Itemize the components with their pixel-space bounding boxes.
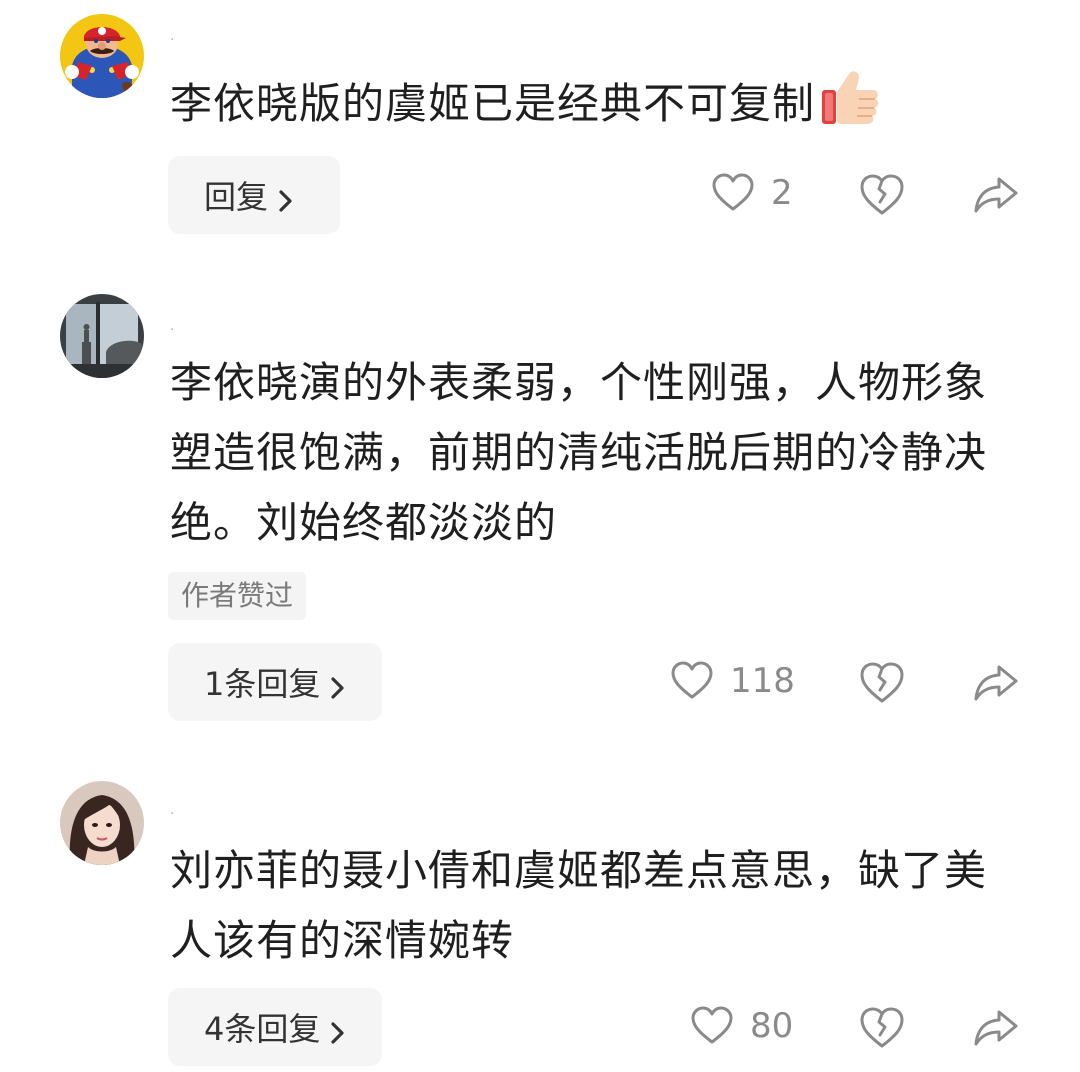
like-count: 118 <box>730 661 795 701</box>
reply-button[interactable]: 回复 <box>168 156 341 234</box>
thumbs-up-icon <box>819 66 881 149</box>
heart-outline-icon <box>690 1004 734 1048</box>
chevron-right-icon <box>330 670 346 699</box>
chevron-right-icon <box>330 1015 346 1044</box>
dislike-button[interactable] <box>858 659 906 707</box>
author-liked-badge: 作者赞过 <box>168 572 307 620</box>
user-avatar[interactable] <box>60 781 144 865</box>
share-button[interactable] <box>972 171 1020 219</box>
comment-text: 李依晓版的虞姬已是经典不可复制 <box>170 66 1000 149</box>
username[interactable]: · <box>170 32 174 48</box>
broken-heart-icon <box>860 174 904 215</box>
chevron-right-icon <box>278 183 294 212</box>
share-arrow-icon <box>974 177 1018 213</box>
window-scene-avatar-icon <box>60 294 144 378</box>
like-button[interactable]: 80 <box>690 1004 793 1048</box>
share-arrow-icon <box>974 665 1018 701</box>
comment-text: 李依晓演的外表柔弱，个性刚强，人物形象塑造很饱满，前期的清纯活脱后期的冷静决绝。… <box>170 358 988 547</box>
mario-avatar-icon <box>60 14 144 98</box>
user-avatar[interactable] <box>60 294 144 378</box>
share-button[interactable] <box>972 1004 1020 1052</box>
like-button[interactable]: 2 <box>711 171 793 215</box>
comment-list: · 李依晓版的虞姬已是经典不可复制 回复 2 · 李依晓演的外表柔弱，个性刚强，… <box>0 0 1080 1072</box>
like-button[interactable]: 118 <box>670 659 795 703</box>
comment-text: 刘亦菲的聂小倩和虞姬都差点意思，缺了美人该有的深情婉转 <box>170 846 988 965</box>
portrait-avatar-icon <box>60 781 144 865</box>
user-avatar[interactable] <box>60 14 144 98</box>
comment-body: 李依晓版的虞姬已是经典不可复制 <box>170 79 816 128</box>
heart-outline-icon <box>711 171 755 215</box>
reply-label: 4条回复 <box>204 1010 321 1048</box>
reply-label: 回复 <box>204 178 269 216</box>
reply-button[interactable]: 1条回复 <box>168 643 383 721</box>
username[interactable]: · <box>170 806 174 822</box>
reply-button[interactable]: 4条回复 <box>168 988 383 1066</box>
reply-label: 1条回复 <box>204 665 321 703</box>
share-arrow-icon <box>974 1010 1018 1046</box>
dislike-button[interactable] <box>858 171 906 219</box>
dislike-button[interactable] <box>858 1004 906 1052</box>
heart-outline-icon <box>670 659 714 703</box>
broken-heart-icon <box>860 662 904 703</box>
like-count: 80 <box>750 1006 794 1046</box>
like-count: 2 <box>771 173 793 213</box>
share-button[interactable] <box>972 659 1020 707</box>
username[interactable]: · <box>170 322 174 338</box>
broken-heart-icon <box>860 1007 904 1048</box>
